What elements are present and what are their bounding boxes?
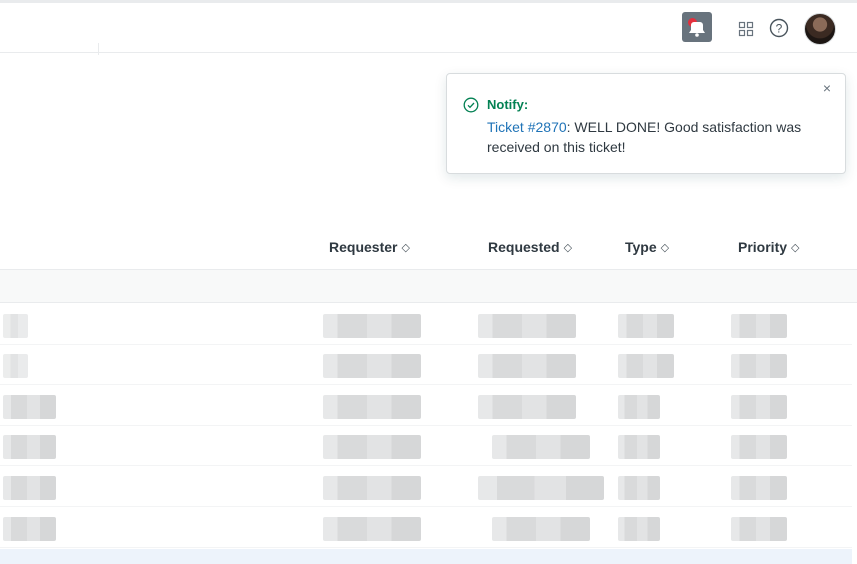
- redacted-cell: [492, 435, 590, 459]
- redacted-cell: [618, 395, 660, 419]
- selected-row-partial[interactable]: [0, 549, 852, 564]
- table-row[interactable]: [0, 467, 852, 507]
- redacted-cell: [478, 476, 604, 500]
- redacted-cell: [731, 476, 787, 500]
- redacted-cell: [478, 354, 576, 378]
- column-header-requested[interactable]: Requested ◇: [488, 239, 572, 255]
- redacted-cell: [323, 476, 421, 500]
- sort-icon: ◇: [791, 242, 800, 254]
- table-row[interactable]: [0, 426, 852, 466]
- table-row[interactable]: [0, 386, 852, 426]
- tab-divider: [98, 43, 99, 55]
- redacted-cell: [3, 395, 56, 419]
- column-header-label: Requested: [488, 239, 560, 255]
- column-header-priority[interactable]: Priority ◇: [738, 239, 799, 255]
- redacted-cell: [323, 395, 421, 419]
- redacted-cell: [731, 395, 787, 419]
- top-bar: [0, 0, 857, 55]
- notification-toast: Notify: Ticket #2870: WELL DONE! Good sa…: [446, 73, 846, 174]
- sort-icon: ◇: [401, 242, 410, 254]
- notifications-button[interactable]: [682, 12, 712, 42]
- redacted-cell: [731, 354, 787, 378]
- sort-icon: ◇: [660, 242, 670, 254]
- column-header-type[interactable]: Type ◇: [625, 239, 669, 255]
- redacted-cell: [3, 435, 56, 459]
- check-circle-icon: [463, 97, 479, 113]
- table-row[interactable]: [0, 305, 852, 345]
- svg-text:?: ?: [776, 21, 783, 35]
- avatar[interactable]: [804, 13, 836, 45]
- close-icon[interactable]: ×: [820, 81, 834, 95]
- redacted-cell: [323, 354, 421, 378]
- bell-notification-icon: [689, 22, 705, 37]
- redacted-cell: [478, 314, 576, 338]
- redacted-cell: [478, 395, 576, 419]
- redacted-cell: [3, 354, 28, 378]
- redacted-cell: [3, 476, 56, 500]
- redacted-cell: [618, 314, 674, 338]
- toast-message: Ticket #2870: WELL DONE! Good satisfacti…: [487, 117, 817, 157]
- redacted-cell: [323, 435, 421, 459]
- table-row[interactable]: [0, 345, 852, 385]
- column-header-label: Type: [625, 239, 657, 255]
- redacted-cell: [618, 476, 660, 500]
- column-header-label: Requester: [329, 239, 398, 255]
- redacted-cell: [731, 435, 787, 459]
- table-group-header: [0, 269, 857, 303]
- column-header-requester[interactable]: Requester ◇: [329, 239, 410, 255]
- column-header-label: Priority: [738, 239, 788, 255]
- redacted-cell: [731, 517, 787, 541]
- toast-title: Notify:: [487, 97, 529, 112]
- redacted-cell: [731, 314, 787, 338]
- redacted-cell: [618, 517, 660, 541]
- redacted-cell: [492, 517, 590, 541]
- grid-icon[interactable]: [738, 21, 754, 37]
- redacted-cell: [323, 517, 421, 541]
- table-row[interactable]: [0, 508, 852, 548]
- redacted-cell: [618, 435, 660, 459]
- redacted-cell: [3, 314, 28, 338]
- sort-icon: ◇: [563, 242, 573, 254]
- ticket-link[interactable]: Ticket #2870: [487, 119, 567, 135]
- help-circle-icon[interactable]: ?: [769, 18, 789, 38]
- redacted-cell: [618, 354, 674, 378]
- redacted-cell: [3, 517, 56, 541]
- redacted-cell: [323, 314, 421, 338]
